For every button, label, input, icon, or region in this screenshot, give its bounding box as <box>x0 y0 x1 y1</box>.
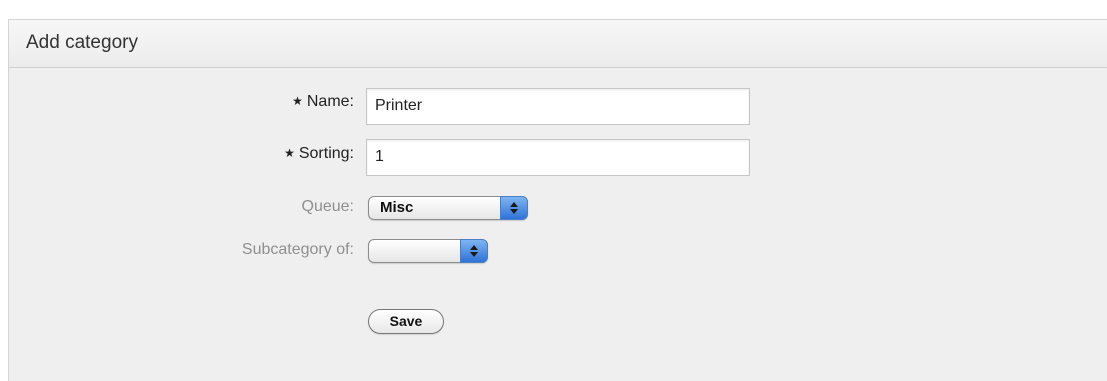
name-label-text: Name: <box>306 93 354 110</box>
sorting-label: ★ Sorting: <box>284 143 354 164</box>
name-label: ★ Name: <box>292 91 354 112</box>
queue-selected-value: Misc <box>380 199 414 216</box>
queue-label: Queue: <box>301 198 354 215</box>
save-button[interactable]: Save <box>368 309 444 334</box>
updown-chevron-icon <box>500 196 528 220</box>
updown-chevron-icon <box>460 239 488 263</box>
required-star-icon: ★ <box>284 146 295 160</box>
sorting-input[interactable]: 1 <box>366 139 750 176</box>
subcategory-select[interactable] <box>368 239 488 263</box>
sorting-label-text: Sorting: <box>298 145 354 162</box>
subcategory-label: Subcategory of: <box>241 241 354 258</box>
name-input[interactable]: Printer <box>366 88 750 125</box>
panel-title: Add category <box>9 20 1107 68</box>
required-star-icon: ★ <box>292 94 303 108</box>
add-category-panel: Add category ★ Name: Printer ★ Sorting: 1 … <box>8 19 1107 381</box>
queue-select[interactable]: Misc <box>368 196 528 220</box>
